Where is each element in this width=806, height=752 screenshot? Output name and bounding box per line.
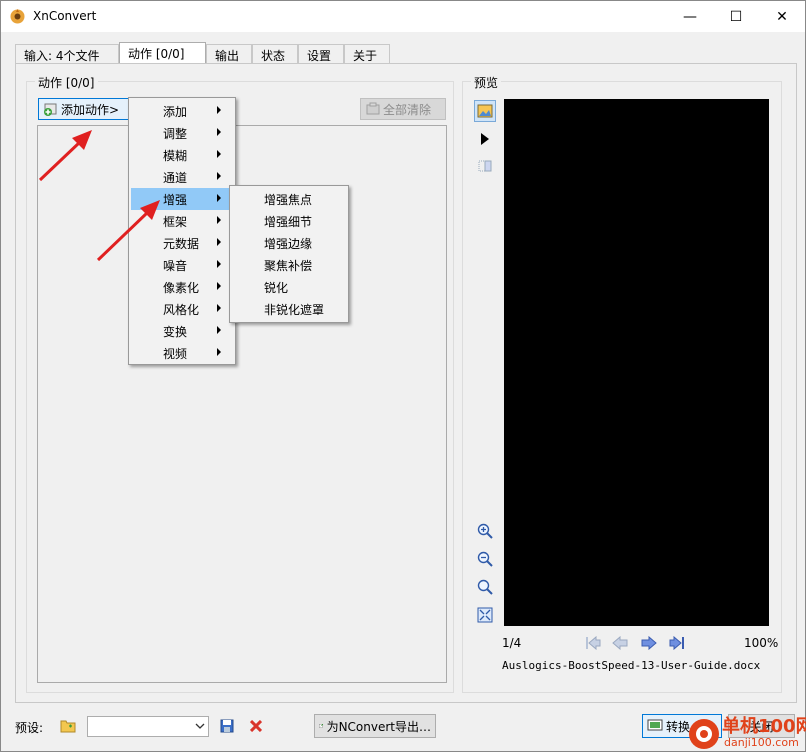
red-arrow-icon	[96, 200, 160, 262]
watermark-site-name: 单机100网	[722, 716, 806, 737]
watermark-url: danji100.com	[724, 736, 799, 749]
watermark-logo	[689, 719, 719, 749]
annotation-overlay	[38, 130, 160, 262]
red-arrow-icon	[38, 130, 92, 182]
